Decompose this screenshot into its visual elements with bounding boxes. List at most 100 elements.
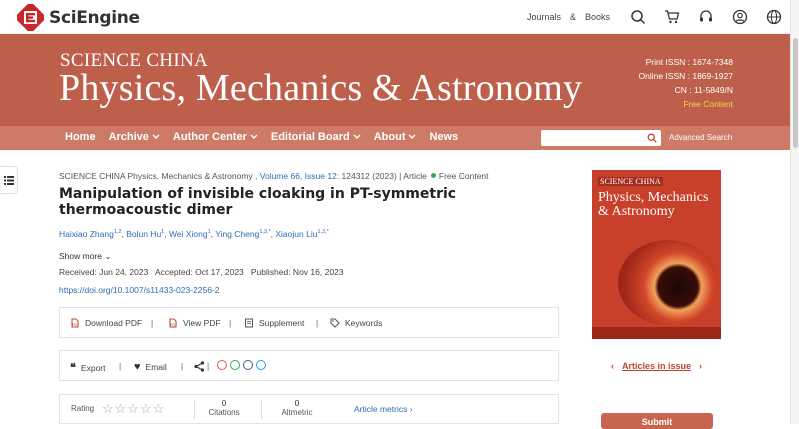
journals-link[interactable]: Journals	[527, 12, 561, 22]
nav-item-label: Editorial Board	[270, 131, 350, 143]
view-pdf-button[interactable]: PDF View PDF	[168, 318, 221, 328]
cover-footer	[592, 327, 721, 339]
divider: |	[229, 318, 232, 328]
crumb-journal[interactable]: SCIENCE CHINA Physics, Mechanics & Astro…	[59, 171, 253, 181]
author-affiliation: 1,3,*	[259, 229, 271, 236]
outline-toggle[interactable]	[0, 166, 18, 194]
nav-item-home[interactable]: Home	[65, 131, 96, 143]
wechat-icon[interactable]	[230, 360, 240, 370]
headset-icon[interactable]	[698, 9, 714, 25]
banner-journal-title: Physics, Mechanics & Astronomy	[59, 67, 583, 109]
crumb-volume-issue[interactable]: Volume 66, Issue 12:	[260, 171, 339, 181]
article-metrics-bar: Rating ☆☆☆☆☆ 0 Citations 0 Altmetric Art…	[59, 394, 559, 424]
export-button[interactable]: ❝ Export	[70, 361, 106, 374]
rating-stars[interactable]: ☆☆☆☆☆	[102, 401, 165, 417]
crumb-sep: ,	[252, 171, 260, 181]
author-link[interactable]: Bolun Hu1	[126, 229, 164, 239]
crumb-article-number: 124312 (2023) | Article	[339, 171, 427, 181]
citations-stat: 0 Citations	[194, 398, 254, 417]
nav-item-label: Home	[65, 131, 96, 143]
chevron-down-icon: ⌄	[104, 251, 112, 261]
chevron-right-icon[interactable]: ›	[699, 361, 702, 371]
pdf-icon: PDF	[169, 318, 177, 328]
tag-icon	[330, 318, 340, 328]
quote-icon: ❝	[70, 362, 76, 374]
share-actions: ❝ Export | ♥ Email | |	[59, 350, 559, 381]
author-link[interactable]: Haixiao Zhang1,2	[59, 229, 121, 239]
email-button[interactable]: ♥ Email	[134, 361, 167, 373]
article-metrics-label: Article metrics	[354, 404, 408, 414]
chevron-down-icon	[353, 134, 361, 140]
journal-cover-image[interactable]: SCIENCE CHINA Physics, Mechanics & Astro…	[592, 170, 721, 339]
nav-item-editorial-board[interactable]: Editorial Board	[271, 131, 361, 143]
free-content-link[interactable]: Free Content	[638, 97, 733, 111]
twitter-icon[interactable]	[256, 360, 266, 370]
cover-journal-title: Physics, Mechanics & Astronomy	[598, 190, 709, 219]
list-icon	[3, 175, 14, 185]
submit-button[interactable]: Submit	[601, 413, 713, 429]
pdf-icon: PDF	[71, 318, 79, 328]
facebook-icon[interactable]	[243, 360, 253, 370]
nav-search-icon[interactable]	[647, 133, 657, 143]
share-icon	[194, 361, 205, 372]
nav-item-label: Author Center	[172, 131, 247, 143]
chevron-right-icon: ›	[409, 404, 413, 414]
chevron-down-icon	[250, 134, 258, 140]
sciengine-logo-icon	[14, 1, 47, 34]
accepted-date: Accepted: Oct 17, 2023	[154, 267, 244, 277]
weibo-icon[interactable]	[217, 360, 227, 370]
top-links: Journals & Books	[527, 12, 610, 22]
online-issn: Online ISSN : 1869-1927	[638, 71, 733, 81]
articles-in-issue-link[interactable]: Articles in issue	[622, 361, 691, 371]
globe-icon[interactable]	[766, 9, 782, 25]
author-name: Bolun Hu	[126, 229, 162, 239]
scrollbar-thumb[interactable]	[793, 38, 798, 148]
article-dates: Received: Jun 24, 2023 Accepted: Oct 17,…	[59, 267, 344, 277]
published-date: Published: Nov 16, 2023	[250, 267, 344, 277]
nav-item-author-center[interactable]: Author Center	[173, 131, 258, 143]
chevron-down-icon	[408, 134, 416, 140]
download-pdf-button[interactable]: PDF Download PDF	[70, 318, 142, 328]
altmetric-count: 0	[294, 398, 300, 408]
page-scrollbar[interactable]	[790, 0, 799, 424]
article-breadcrumb: SCIENCE CHINA Physics, Mechanics & Astro…	[59, 171, 489, 181]
chevron-left-icon[interactable]: ‹	[611, 361, 614, 371]
sciengine-logo[interactable]: SciEngine	[14, 1, 140, 34]
author-name: Xiaojun Liu	[275, 229, 318, 239]
author-list: Haixiao Zhang1,2, Bolun Hu1, Wei Xiong1,…	[59, 229, 329, 239]
search-icon[interactable]	[630, 9, 646, 25]
nav-item-news[interactable]: News	[429, 131, 458, 143]
advanced-search-link[interactable]: Advanced Search	[669, 133, 732, 142]
svg-text:PDF: PDF	[72, 323, 79, 327]
download-actions: PDF Download PDF | PDF View PDF | Supple…	[59, 307, 559, 338]
author-link[interactable]: Xiaojun Liu1,3,*	[275, 229, 328, 239]
citations-count: 0	[221, 398, 227, 408]
supplement-button[interactable]: Supplement	[244, 318, 304, 328]
nav-item-archive[interactable]: Archive	[109, 131, 160, 143]
cover-artwork	[618, 240, 718, 325]
share-button[interactable]	[194, 361, 205, 372]
journal-nav: Home Archive Author Center Editorial Board A…	[0, 126, 790, 150]
cn-number: CN : 11-5849/N	[674, 85, 733, 95]
search-input[interactable]	[541, 130, 661, 146]
access-status: Free Content	[438, 171, 489, 181]
export-label: Export	[80, 362, 106, 373]
user-icon[interactable]	[732, 9, 748, 25]
nav-item-about[interactable]: About	[374, 131, 417, 143]
supplement-label: Supplement	[259, 318, 305, 328]
author-name: Wei Xiong	[168, 229, 208, 239]
show-more-button[interactable]: Show more ⌄	[59, 251, 112, 262]
rating-label: Rating	[71, 404, 95, 413]
article-metrics-link[interactable]: Article metrics ›	[354, 404, 413, 414]
heart-icon: ♥	[134, 361, 141, 373]
cart-icon[interactable]	[664, 9, 680, 25]
books-link[interactable]: Books	[585, 12, 610, 22]
keywords-button[interactable]: Keywords	[330, 318, 382, 328]
articles-in-issue-nav: ‹ Articles in issue ›	[611, 361, 702, 371]
author-link[interactable]: Ying Cheng1,3,*	[215, 229, 270, 239]
doi-link[interactable]: https://doi.org/10.1007/s11433-023-2256-…	[59, 285, 220, 295]
top-icons	[630, 9, 782, 25]
divider: |	[119, 361, 122, 371]
email-label: Email	[145, 362, 167, 372]
author-link[interactable]: Wei Xiong1	[169, 229, 211, 239]
